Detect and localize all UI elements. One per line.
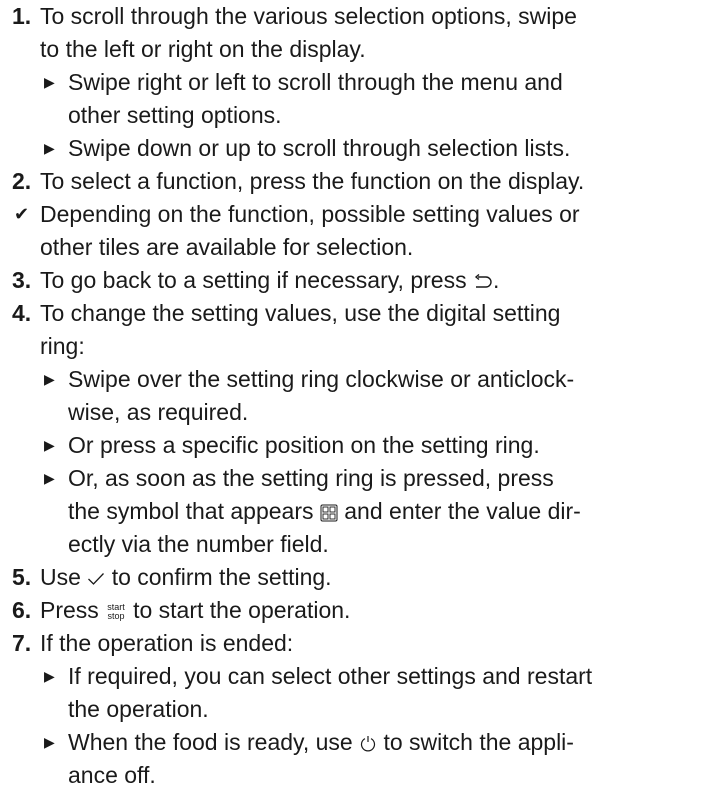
bullet-text: the symbol that appears [68,498,314,524]
triangle-bullet-icon: ▶ [44,140,55,156]
bullet-text: Swipe over the setting ring clockwise or… [68,366,575,392]
step-text: Press [40,597,99,623]
step-text: to start the operation. [133,597,351,623]
step-3: 3. To go back to a setting if necessary,… [8,264,705,297]
bullet-text: Or press a specific position on the sett… [68,432,540,458]
bullet-text: Swipe right or left to scroll through th… [68,69,563,95]
step-result: ✔ Depending on the function, possible se… [8,198,705,231]
step-number: 1. [12,3,32,29]
step-number: 6. [12,597,32,623]
start-stop-icon: start stop [107,602,125,621]
step-text-continued: ring: [8,330,705,363]
bullet-text: ance off. [68,762,156,788]
step-number: 7. [12,630,32,656]
bullet-text: and enter the value dir- [344,498,581,524]
step-text: To select a function, press the function… [40,168,585,194]
step-text: ring: [40,333,85,359]
bullet-text-continued: ectly via the number field. [8,528,705,561]
checkmark-icon [87,572,105,586]
result-text: other tiles are available for selection. [40,234,414,260]
bullet-text-continued: the operation. [8,693,705,726]
triangle-bullet-icon: ▶ [44,74,55,90]
sub-bullet: ▶ Swipe down or up to scroll through sel… [8,132,705,165]
triangle-bullet-icon: ▶ [44,734,55,750]
triangle-bullet-icon: ▶ [44,371,55,387]
step-text: To go back to a setting if necessary, pr… [40,267,467,293]
bullet-text: Or, as soon as the setting ring is press… [68,465,554,491]
triangle-bullet-icon: ▶ [44,668,55,684]
result-text-continued: other tiles are available for selection. [8,231,705,264]
step-number: 2. [12,168,32,194]
bullet-text: Swipe down or up to scroll through selec… [68,135,571,161]
step-5: 5. Use to confirm the setting. [8,561,705,594]
bullet-text: If required, you can select other settin… [68,663,593,689]
sub-bullet: ▶ Swipe over the setting ring clockwise … [8,363,705,396]
result-check-icon: ✔ [14,204,30,224]
step-1: 1. To scroll through the various selecti… [8,0,705,33]
step-text: to confirm the setting. [111,564,332,590]
step-text: Use [40,564,81,590]
step-6: 6. Press start stop to start the operati… [8,594,705,627]
power-icon [359,735,377,753]
step-text: If the operation is ended: [40,630,294,656]
result-text: Depending on the function, possible sett… [40,201,580,227]
bullet-text: the operation. [68,696,209,722]
bullet-text-continued: wise, as required. [8,396,705,429]
sub-bullet: ▶ Or, as soon as the setting ring is pre… [8,462,705,495]
bullet-text: other setting options. [68,102,282,128]
step-4: 4. To change the setting values, use the… [8,297,705,330]
bullet-text-continued: ance off. [8,759,705,792]
step-text-end: . [492,267,500,293]
sub-bullet: ▶ Or press a specific position on the se… [8,429,705,462]
sub-bullet: ▶ If required, you can select other sett… [8,660,705,693]
back-arrow-icon [473,273,493,290]
step-number: 4. [12,300,32,326]
step-number: 5. [12,564,32,590]
step-text: to the left or right on the display. [40,36,366,62]
sub-bullet: ▶ Swipe right or left to scroll through … [8,66,705,99]
number-field-icon [320,504,338,522]
step-text: To scroll through the various selection … [40,3,577,29]
bullet-text-continued: other setting options. [8,99,705,132]
sub-bullet: ▶ When the food is ready, use to switch … [8,726,705,759]
step-text-continued: to the left or right on the display. [8,33,705,66]
bullet-text: wise, as required. [68,399,249,425]
step-text: To change the setting values, use the di… [40,300,561,326]
bullet-text: ectly via the number field. [68,531,329,557]
instruction-page: 1. To scroll through the various selecti… [0,0,705,788]
step-7: 7. If the operation is ended: [8,627,705,660]
step-number: 3. [12,267,32,293]
start-stop-icon-bottom: stop [107,610,125,621]
bullet-text-continued: the symbol that appears and enter the va… [8,495,705,528]
triangle-bullet-icon: ▶ [44,437,55,453]
triangle-bullet-icon: ▶ [44,470,55,486]
step-2: 2. To select a function, press the funct… [8,165,705,198]
